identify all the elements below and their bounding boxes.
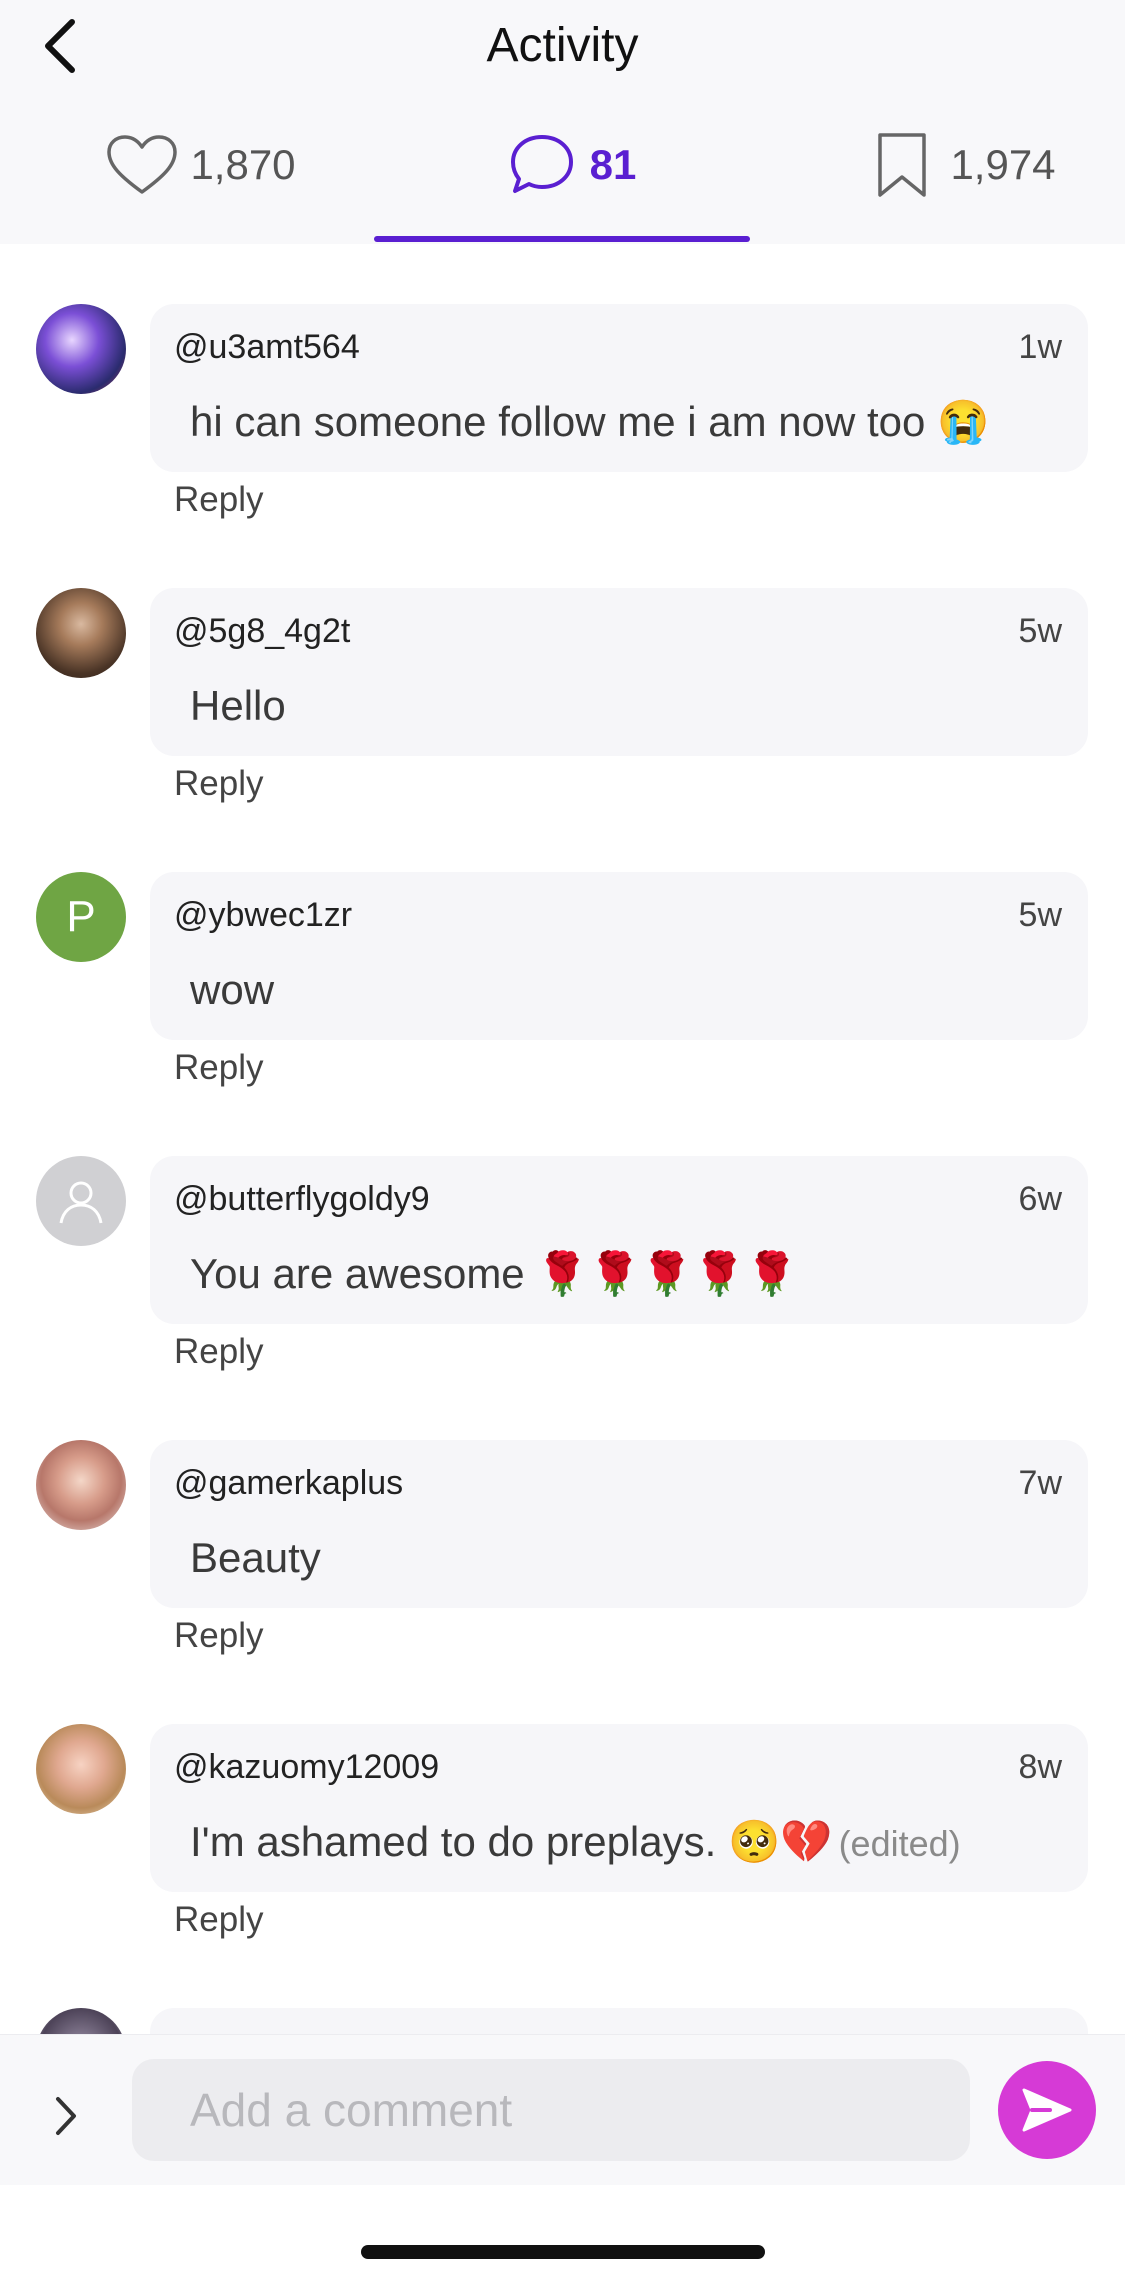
heart-icon [104,130,180,200]
comment-timestamp: 6w [1018,1180,1062,1218]
avatar[interactable] [36,2008,126,2034]
page-title: Activity [486,19,639,72]
comment-timestamp: 5w [1018,612,1062,650]
reply-button[interactable]: Reply [174,1616,263,1656]
comment-text: hi can someone follow me i am now too 😭 [190,398,990,445]
comment-bubble [150,2008,1088,2034]
tab-likes[interactable]: 1,870 [100,130,300,244]
comment-username[interactable]: @ybwec1zr [174,896,352,935]
comment-text: Hello [190,682,286,729]
comment-bubble: @kazuomy12009 8w I'm ashamed to do prepl… [150,1724,1088,1892]
comment-item: @kazuomy12009 8w I'm ashamed to do prepl… [0,1664,1125,1948]
comment-timestamp: 8w [1018,1748,1062,1786]
chevron-right-icon[interactable] [46,2091,86,2141]
top-header: Activity 1,870 81 1,974 [0,0,1125,244]
edited-label: (edited) [838,1823,961,1864]
comment-timestamp: 1w [1018,328,1062,366]
comment-username[interactable]: @butterflygoldy9 [174,1180,430,1219]
comment-text: You are awesome 🌹🌹🌹🌹🌹 [190,1250,798,1297]
activity-tabs: 1,870 81 1,974 [0,130,1125,244]
comment-username[interactable]: @5g8_4g2t [174,612,350,651]
comments-count: 81 [589,141,637,188]
comment-bubble: @gamerkaplus 7w Beauty [150,1440,1088,1608]
comment-text: wow [190,966,275,1013]
comment-composer: Add a comment [0,2034,1125,2185]
avatar[interactable] [36,588,126,678]
comment-bubble: @butterflygoldy9 6w You are awesome 🌹🌹🌹🌹… [150,1156,1088,1324]
active-tab-indicator [374,236,750,242]
bookmark-icon [864,130,940,200]
comment-item: @u3amt564 1w hi can someone follow me i … [0,244,1125,528]
comment-list[interactable]: @u3amt564 1w hi can someone follow me i … [0,244,1125,2034]
reply-button[interactable]: Reply [174,764,263,804]
avatar-letter: P [66,892,96,941]
reply-button[interactable]: Reply [174,1332,263,1372]
comment-timestamp: 7w [1018,1464,1062,1502]
default-user-icon [59,1181,103,1224]
comment-text: I'm ashamed to do preplays. 🥺💔 (edited) [190,1818,961,1867]
avatar[interactable] [36,1724,126,1814]
comment-username[interactable]: @u3amt564 [174,328,360,367]
reply-button[interactable]: Reply [174,1900,263,1940]
comment-bubble: @ybwec1zr 5w wow [150,872,1088,1040]
comment-icon [504,130,580,200]
comment-username[interactable]: @gamerkaplus [174,1464,403,1503]
send-icon [1022,2088,1072,2132]
comment-text-body: I'm ashamed to do preplays. 🥺💔 [190,1818,833,1865]
tab-comments[interactable]: 81 [500,130,640,244]
avatar[interactable] [36,1440,126,1530]
comment-bubble: @u3amt564 1w hi can someone follow me i … [150,304,1088,472]
avatar[interactable] [36,1156,126,1246]
comment-item: P @ybwec1zr 5w wow Reply [0,812,1125,1096]
comment-bubble: @5g8_4g2t 5w Hello [150,588,1088,756]
comment-text: Beauty [190,1534,321,1581]
reply-button[interactable]: Reply [174,480,263,520]
saves-count: 1,974 [950,141,1056,188]
comment-timestamp: 5w [1018,896,1062,934]
comment-username[interactable]: @kazuomy12009 [174,1748,439,1787]
comment-item-partial [0,1948,1125,2034]
comment-item: @gamerkaplus 7w Beauty Reply [0,1380,1125,1664]
comment-input[interactable]: Add a comment [132,2059,970,2161]
tab-saves[interactable]: 1,974 [860,130,1060,244]
reply-button[interactable]: Reply [174,1048,263,1088]
home-indicator [361,2245,765,2259]
comment-item: @butterflygoldy9 6w You are awesome 🌹🌹🌹🌹… [0,1096,1125,1380]
send-button[interactable] [998,2061,1096,2159]
avatar[interactable] [36,304,126,394]
avatar[interactable]: P [36,872,126,962]
comment-item: @5g8_4g2t 5w Hello Reply [0,528,1125,812]
likes-count: 1,870 [190,141,296,188]
